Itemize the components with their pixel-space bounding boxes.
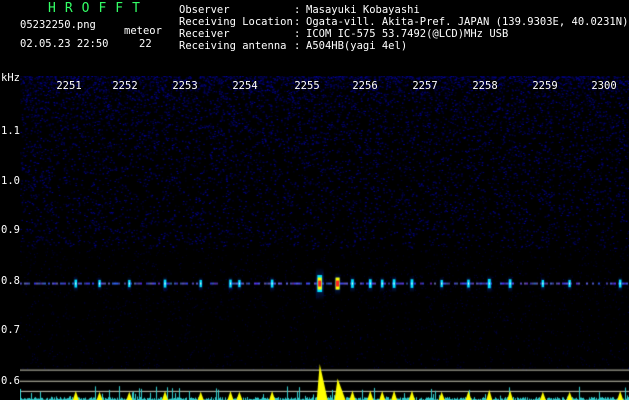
spectrogram-plot	[20, 76, 629, 400]
y-tick-label: 1.0	[1, 175, 20, 187]
location-value: Ogata-vill. Akita-Pref. JAPAN (139.9303E…	[306, 16, 629, 28]
x-tick-label: 2255	[294, 80, 320, 92]
observer-label: Observer	[179, 4, 230, 16]
x-tick-label: 2252	[112, 80, 138, 92]
location-label: Receiving Location	[179, 16, 293, 28]
header-panel: HROFFT 05232250.png 02.05.23 22:50 meteo…	[0, 0, 629, 76]
antenna-colon: :	[294, 40, 301, 52]
y-tick-label: 0.7	[1, 324, 20, 336]
x-tick-label: 2253	[172, 80, 198, 92]
meteor-count: 22	[139, 38, 152, 50]
x-tick-label: 2254	[232, 80, 258, 92]
x-tick-label: 2259	[532, 80, 558, 92]
receiver-colon: :	[294, 28, 301, 40]
receiver-value: ICOM IC-575 53.7492(@LCD)MHz USB	[306, 28, 509, 40]
x-tick-label: 2258	[472, 80, 498, 92]
y-tick-label: 0.8	[1, 275, 20, 287]
observation-datetime: 02.05.23 22:50	[20, 38, 109, 50]
antenna-label: Receiving antenna	[179, 40, 287, 52]
y-axis-unit: kHz	[1, 72, 20, 84]
x-tick-label: 2251	[56, 80, 82, 92]
x-tick-label: 2256	[352, 80, 378, 92]
x-tick-label: 2257	[412, 80, 438, 92]
y-tick-label: 1.1	[1, 125, 20, 137]
observer-value: Masayuki Kobayashi	[306, 4, 420, 16]
meteor-label: meteor	[124, 25, 162, 37]
receiver-label: Receiver	[179, 28, 230, 40]
image-filename: 05232250.png	[20, 19, 96, 31]
y-tick-label: 0.6	[1, 375, 20, 387]
location-colon: :	[294, 16, 301, 28]
y-tick-label: 0.9	[1, 224, 20, 236]
observer-colon: :	[294, 4, 301, 16]
antenna-value: A504HB(yagi 4el)	[306, 40, 408, 52]
app-title: HROFFT	[48, 1, 149, 16]
x-tick-label: 2300	[591, 80, 617, 92]
